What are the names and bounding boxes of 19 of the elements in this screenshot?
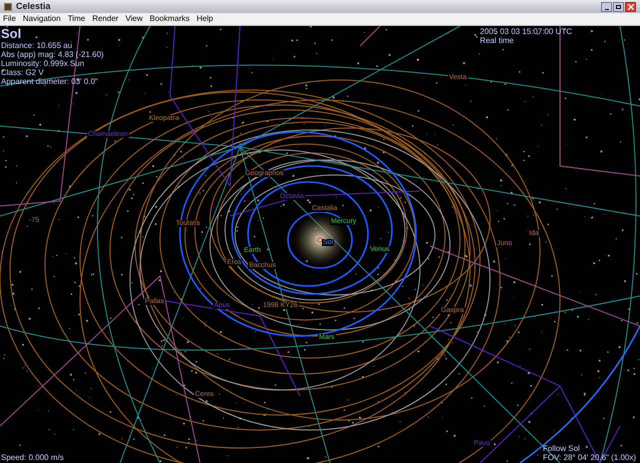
restore-button[interactable] xyxy=(613,2,624,12)
info-line: Class: G2 V xyxy=(1,68,45,77)
info-line: Distance: 10.655 au xyxy=(1,41,74,50)
menu-item[interactable]: Bookmarks xyxy=(150,15,190,23)
close-button[interactable] xyxy=(625,2,636,12)
menu-item[interactable]: Time xyxy=(68,15,86,23)
object-name: Sol xyxy=(1,27,22,41)
menu-item[interactable]: Navigation xyxy=(22,15,61,23)
close-icon xyxy=(628,4,634,10)
menu-item[interactable]: Render xyxy=(92,15,118,23)
speed-readout: Speed: 0.000 m/s xyxy=(1,453,64,462)
menu-item[interactable]: Help xyxy=(196,15,214,23)
menu-item[interactable]: View xyxy=(125,15,143,23)
menu-item[interactable]: File xyxy=(3,15,16,23)
minimize-button[interactable] xyxy=(601,2,612,12)
app-icon xyxy=(4,2,12,10)
time-mode: Real time xyxy=(480,36,515,45)
follow-status: Follow Sol xyxy=(542,444,581,453)
window-title: Celestia xyxy=(16,2,51,11)
